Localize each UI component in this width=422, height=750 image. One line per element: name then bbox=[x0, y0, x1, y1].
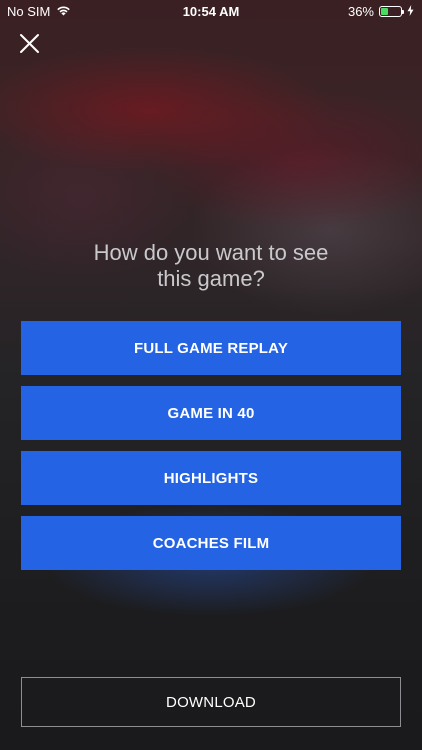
status-right: 36% bbox=[348, 4, 414, 19]
battery-icon bbox=[379, 6, 404, 17]
download-button[interactable]: DOWNLOAD bbox=[21, 677, 401, 727]
full-game-replay-button[interactable]: FULL GAME REPLAY bbox=[21, 321, 401, 375]
game-in-40-button[interactable]: GAME IN 40 bbox=[21, 386, 401, 440]
battery-level-fill bbox=[381, 8, 388, 15]
charging-bolt-icon bbox=[407, 4, 414, 19]
highlights-button[interactable]: HIGHLIGHTS bbox=[21, 451, 401, 505]
status-bar: No SIM 10:54 AM 36% bbox=[0, 0, 422, 22]
game-view-options-screen: No SIM 10:54 AM 36% How do you want to s… bbox=[0, 0, 422, 750]
prompt-line-1: How do you want to see bbox=[93, 240, 329, 265]
prompt-line-2: this game? bbox=[157, 266, 265, 291]
close-button[interactable] bbox=[14, 28, 46, 60]
view-prompt: How do you want to see this game? bbox=[0, 240, 422, 292]
battery-percent: 36% bbox=[347, 4, 374, 19]
coaches-film-button[interactable]: COACHES FILM bbox=[21, 516, 401, 570]
close-icon bbox=[14, 34, 46, 64]
